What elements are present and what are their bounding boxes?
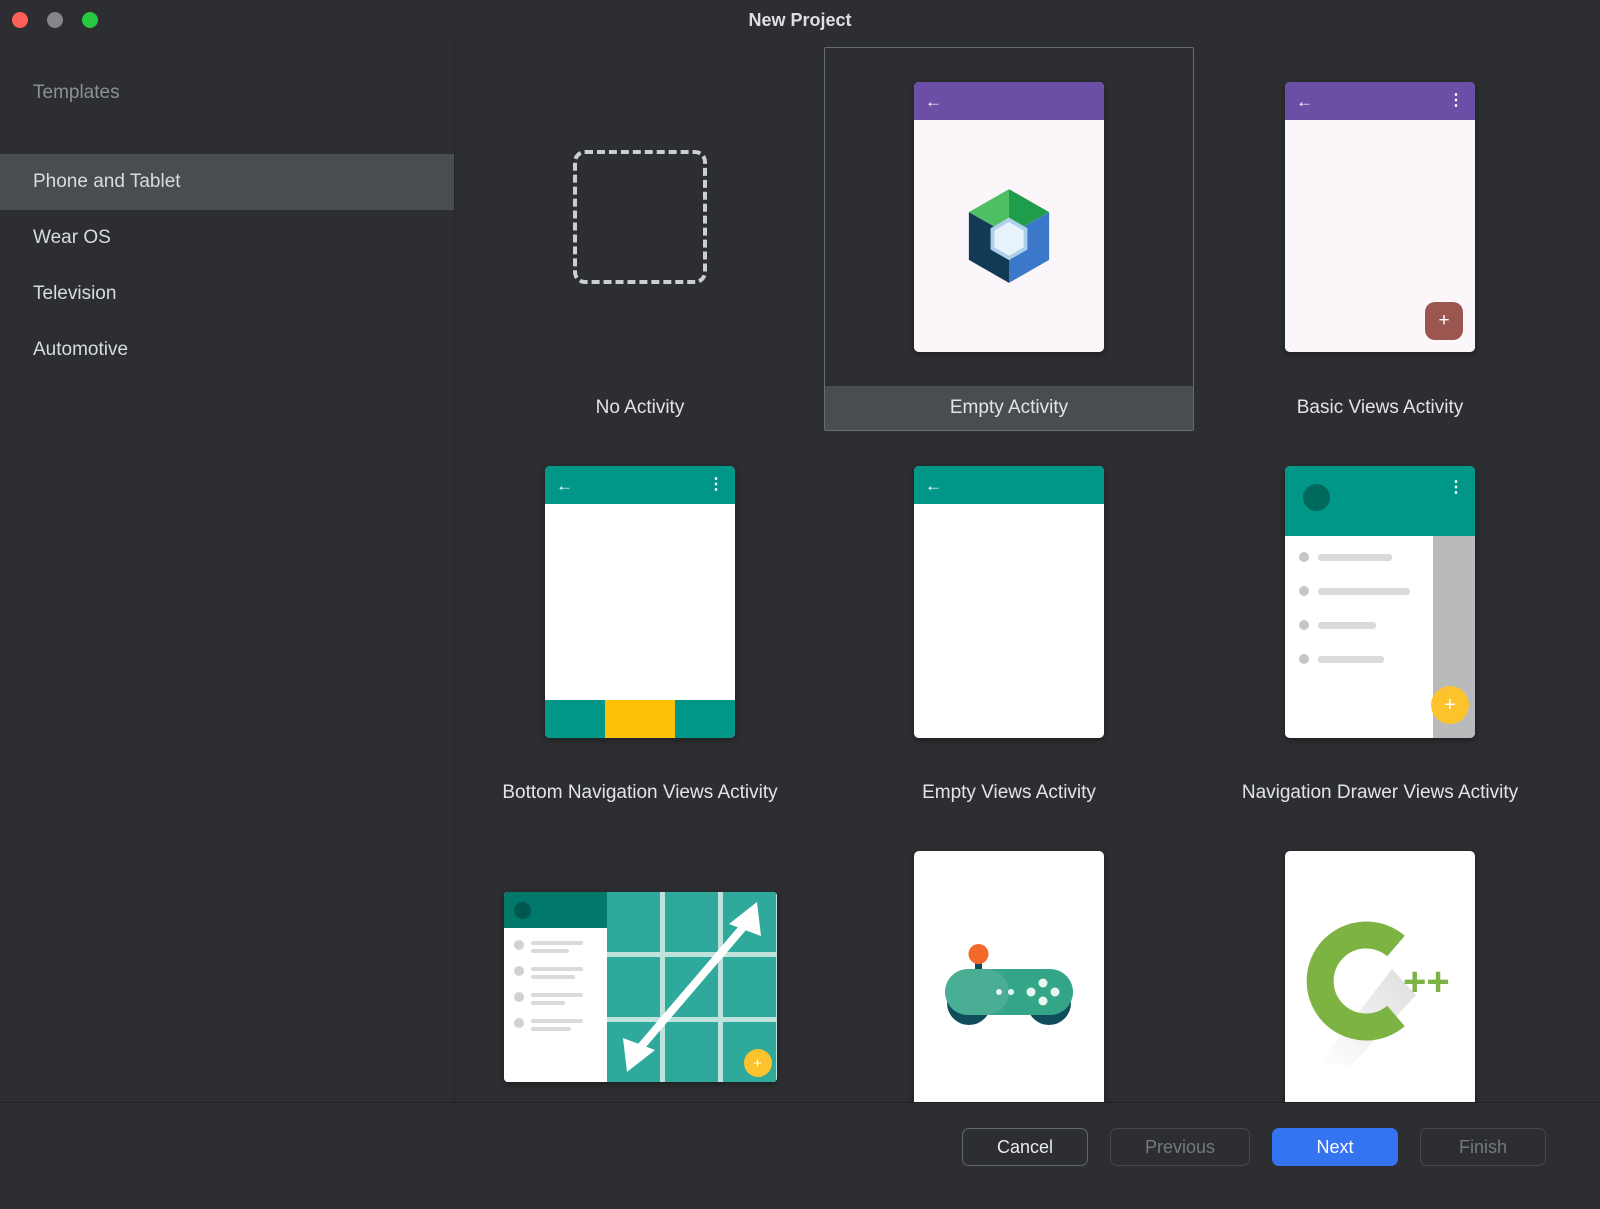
sidebar-item-wear-os[interactable]: Wear OS (0, 210, 454, 266)
svg-text:++: ++ (1403, 960, 1450, 1004)
no-activity-preview (457, 48, 823, 386)
template-navigation-drawer-views-activity[interactable]: ⋮ + (1194, 432, 1566, 816)
sidebar-item-television[interactable]: Television (0, 266, 454, 322)
app-bar: ← ⋮ (1285, 82, 1475, 120)
template-label: Navigation Drawer Views Activity (1195, 771, 1565, 815)
template-label: Basic Views Activity (1195, 386, 1565, 430)
finish-button[interactable]: Finish (1420, 1128, 1546, 1166)
template-gallery: No Activity ← (456, 40, 1600, 1102)
avatar-circle (514, 902, 531, 919)
template-responsive-views-activity[interactable]: + (456, 817, 824, 1102)
bottom-nav-bar (545, 700, 735, 738)
window-title: New Project (0, 0, 1600, 40)
back-arrow-icon: ← (925, 477, 942, 494)
zoom-window-button[interactable] (82, 12, 98, 28)
sidebar-item-label: Automotive (33, 339, 128, 361)
phone-mockup: ← ⋮ (545, 466, 735, 738)
app-bar: ← (914, 466, 1104, 504)
template-label: Empty Activity (825, 386, 1193, 430)
app-bar: ← ⋮ (545, 466, 735, 504)
native-cpp-preview: ++ (1195, 818, 1565, 1102)
previous-button[interactable]: Previous (1110, 1128, 1250, 1166)
back-arrow-icon: ← (1296, 93, 1313, 110)
phone-mockup (914, 851, 1104, 1102)
close-window-button[interactable] (12, 12, 28, 28)
fab-plus-icon: + (1431, 686, 1469, 724)
fab-plus-icon: + (744, 1049, 772, 1077)
template-bottom-navigation-views-activity[interactable]: ← ⋮ Bottom Navigation Views Activity (456, 432, 824, 816)
navigation-drawer-preview: ⋮ + (1195, 433, 1565, 771)
template-game-activity[interactable] (824, 817, 1194, 1102)
list-panel (504, 928, 607, 1044)
phone-mockup: ← ⋮ + (1285, 82, 1475, 352)
sidebar-item-label: Wear OS (33, 227, 111, 249)
responsive-views-preview: + (457, 818, 823, 1102)
next-button[interactable]: Next (1272, 1128, 1398, 1166)
minimize-window-button[interactable] (47, 12, 63, 28)
bottom-navigation-preview: ← ⋮ (457, 433, 823, 771)
bottom-nav-selected-segment (605, 700, 675, 738)
drawer-header: ⋮ (1285, 466, 1475, 536)
app-bar (504, 892, 607, 928)
responsive-grid: + (607, 892, 777, 1082)
cancel-button[interactable]: Cancel (962, 1128, 1088, 1166)
sidebar-item-automotive[interactable]: Automotive (0, 322, 454, 378)
template-empty-views-activity[interactable]: ← Empty Views Activity (824, 432, 1194, 816)
titlebar: New Project (0, 0, 1600, 40)
traffic-lights (12, 12, 98, 28)
sidebar-item-label: Phone and Tablet (33, 171, 181, 193)
template-native-cpp[interactable]: ++ (1194, 817, 1566, 1102)
game-controller-icon (939, 941, 1079, 1033)
kebab-menu-icon: ⋮ (708, 477, 724, 493)
drawer-menu-list (1285, 536, 1433, 738)
phone-mockup: ⋮ + (1285, 466, 1475, 738)
sidebar-item-label: Television (33, 283, 116, 305)
phone-mockup: ← (914, 82, 1104, 352)
empty-views-preview: ← (825, 433, 1193, 771)
compose-logo-icon (966, 188, 1052, 284)
template-label: Empty Views Activity (825, 771, 1193, 815)
fab-plus-icon: + (1425, 302, 1463, 340)
avatar-circle (1303, 484, 1330, 511)
sidebar-header: Templates (33, 82, 454, 104)
tablet-mockup: + (504, 892, 777, 1082)
template-label: No Activity (457, 386, 823, 430)
dialog-footer: Cancel Previous Next Finish (0, 1102, 1600, 1209)
app-bar: ← (914, 82, 1104, 120)
sidebar-list: Phone and Tablet Wear OS Television Auto… (0, 154, 454, 378)
template-label: Bottom Navigation Views Activity (457, 771, 823, 815)
template-basic-views-activity[interactable]: ← ⋮ + Basic Views Activity (1194, 47, 1566, 431)
phone-mockup: ++ (1285, 851, 1475, 1102)
basic-views-preview: ← ⋮ + (1195, 48, 1565, 386)
dashed-placeholder-icon (573, 150, 707, 284)
phone-mockup: ← (914, 466, 1104, 738)
dimmed-content: + (1433, 536, 1475, 738)
templates-sidebar: Templates Phone and Tablet Wear OS Telev… (0, 40, 455, 1102)
back-arrow-icon: ← (556, 477, 573, 494)
empty-activity-preview: ← (825, 48, 1193, 386)
template-no-activity[interactable]: No Activity (456, 47, 824, 431)
kebab-menu-icon: ⋮ (1448, 477, 1464, 497)
kebab-menu-icon: ⋮ (1448, 93, 1464, 109)
sidebar-item-phone-and-tablet[interactable]: Phone and Tablet (0, 154, 454, 210)
cpp-logo-icon: ++ (1300, 907, 1460, 1067)
template-empty-activity[interactable]: ← E (824, 47, 1194, 431)
back-arrow-icon: ← (925, 93, 942, 110)
game-activity-preview (825, 818, 1193, 1102)
